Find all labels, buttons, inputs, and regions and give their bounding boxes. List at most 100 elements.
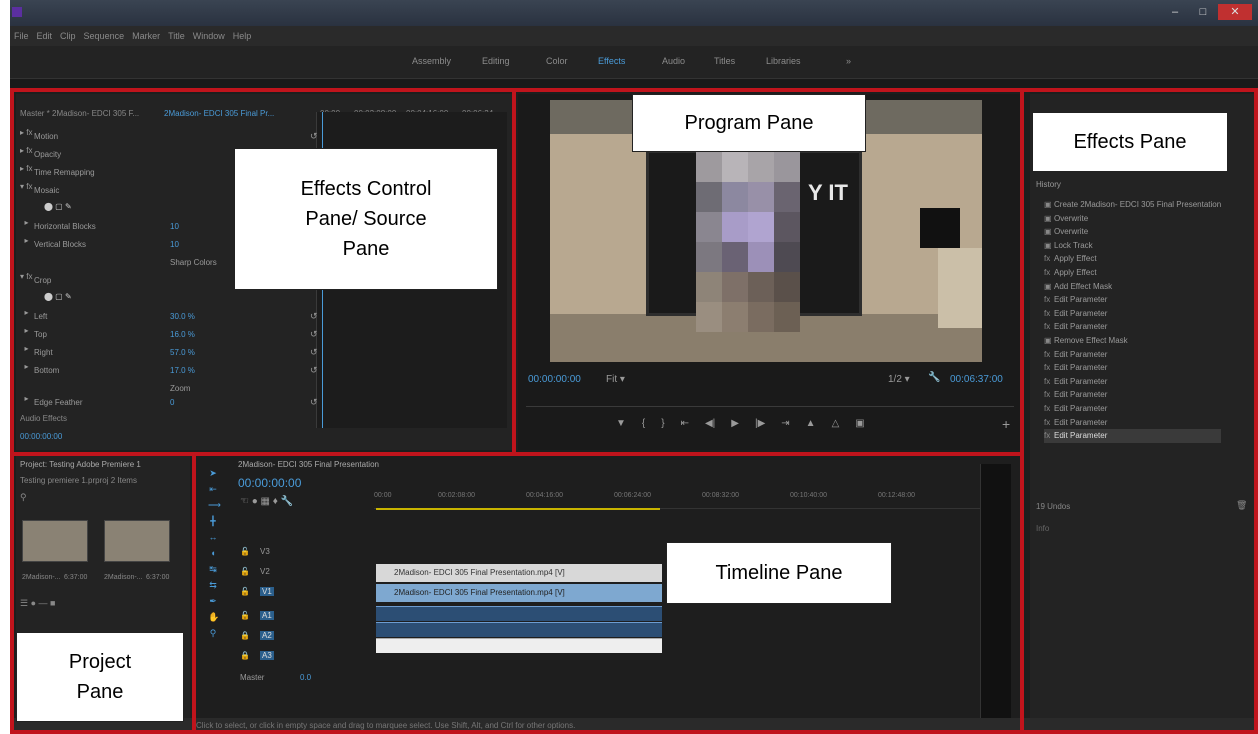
clip-label[interactable]: 2Madison- EDCI 305 Final Pr...: [164, 109, 274, 118]
slide-tool-icon[interactable]: ⇆: [208, 580, 218, 590]
row-value[interactable]: 17.0 %: [170, 366, 195, 375]
timeline-ruler[interactable]: 00:00 00:02:08:00 00:04:16:00 00:06:24:0…: [374, 490, 994, 509]
go-to-in-icon[interactable]: ⇤: [681, 418, 689, 429]
reset-icon[interactable]: ↺: [310, 329, 318, 340]
row-value[interactable]: 16.0 %: [170, 330, 195, 339]
menu-clip[interactable]: Clip: [60, 26, 76, 46]
selection-tool-icon[interactable]: ➤: [208, 468, 218, 478]
rate-stretch-tool-icon[interactable]: ↔: [208, 532, 218, 542]
track-header-v1[interactable]: 🔓 V1: [240, 584, 374, 600]
expand-icon[interactable]: ▸: [20, 394, 28, 403]
history-item[interactable]: fx Edit Parameter: [1044, 388, 1221, 402]
lock-icon[interactable]: 🔓: [240, 587, 250, 596]
wrench-icon[interactable]: 🔧: [928, 372, 940, 383]
search-icon[interactable]: ⚲: [20, 492, 27, 503]
ec-row-edge-feather[interactable]: ▸ Edge Feather 0 ↺: [20, 394, 317, 412]
expand-icon[interactable]: ▸: [20, 308, 28, 317]
workspace-effects[interactable]: Effects: [598, 56, 625, 66]
track-select-tool-icon[interactable]: ⇤: [208, 484, 218, 494]
expand-icon[interactable]: ▸: [20, 236, 28, 245]
history-item[interactable]: ▣ Create 2Madison- EDCI 305 Final Present…: [1044, 198, 1221, 212]
ec-row-right[interactable]: ▸ Right 57.0 % ↺: [20, 344, 317, 362]
audio-clip-a1[interactable]: [376, 606, 662, 621]
workspace-color[interactable]: Color: [546, 56, 568, 66]
reset-icon[interactable]: ↺: [310, 311, 318, 322]
history-tab[interactable]: History: [1036, 180, 1061, 189]
expand-icon[interactable]: ▾ fx: [20, 272, 32, 281]
timeline-clip-v2[interactable]: 2Madison- EDCI 305 Final Presentation.mp…: [376, 564, 662, 582]
info-tab[interactable]: Info: [1036, 524, 1049, 533]
history-item[interactable]: ▣ Overwrite: [1044, 212, 1221, 226]
ec-row-bottom[interactable]: ▸ Bottom 17.0 % ↺: [20, 362, 317, 380]
program-timecode-current[interactable]: 00:00:00:00: [528, 374, 581, 385]
menu-file[interactable]: File: [14, 26, 29, 46]
expand-icon[interactable]: ▸: [20, 362, 28, 371]
menu-window[interactable]: Window: [193, 26, 225, 46]
timeline-timecode[interactable]: 00:00:00:00: [238, 476, 301, 490]
row-value[interactable]: 10: [170, 240, 179, 249]
menu-title[interactable]: Title: [168, 26, 185, 46]
add-marker-icon[interactable]: ▼: [616, 418, 626, 429]
lock-icon[interactable]: 🔓: [240, 611, 250, 620]
mark-out-icon[interactable]: }: [661, 418, 664, 429]
sharp-colors-checkbox[interactable]: Sharp Colors: [170, 258, 217, 267]
expand-icon[interactable]: ▸: [20, 326, 28, 335]
sequence-tab[interactable]: 2Madison- EDCI 305 Final Presentation: [238, 460, 379, 469]
menu-help[interactable]: Help: [233, 26, 252, 46]
project-footer-icons[interactable]: ☰ ● — ■: [20, 598, 55, 609]
ripple-edit-tool-icon[interactable]: ⟶: [208, 500, 221, 510]
history-item[interactable]: fx Apply Effect: [1044, 252, 1221, 266]
play-icon[interactable]: ▶: [731, 418, 739, 429]
rolling-edit-tool-icon[interactable]: ╋: [208, 516, 218, 526]
history-item[interactable]: ▣ Overwrite: [1044, 225, 1221, 239]
workspace-assembly[interactable]: Assembly: [412, 56, 451, 66]
ec-row-top[interactable]: ▸ Top 16.0 % ↺: [20, 326, 317, 344]
history-item[interactable]: fx Edit Parameter: [1044, 361, 1221, 375]
mask-tools-icon[interactable]: ⬤ ▢ ✎: [44, 202, 72, 211]
extract-icon[interactable]: △: [832, 418, 840, 429]
row-value[interactable]: 0: [170, 398, 174, 407]
timeline-clip-v1[interactable]: 2Madison- EDCI 305 Final Presentation.mp…: [376, 584, 662, 602]
go-to-out-icon[interactable]: ⇥: [781, 418, 789, 429]
workspace-titles[interactable]: Titles: [714, 56, 735, 66]
menu-marker[interactable]: Marker: [132, 26, 160, 46]
menu-sequence[interactable]: Sequence: [84, 26, 125, 46]
project-title[interactable]: Project: Testing Adobe Premiere 1: [20, 460, 141, 469]
expand-icon[interactable]: ▸ fx: [20, 146, 32, 155]
history-item[interactable]: fx Edit Parameter: [1044, 307, 1221, 321]
lock-icon[interactable]: 🔒: [240, 631, 250, 640]
maximize-icon[interactable]: □: [1190, 4, 1216, 20]
history-item[interactable]: fx Edit Parameter: [1044, 348, 1221, 362]
expand-icon[interactable]: ▸: [20, 218, 28, 227]
lock-icon[interactable]: 🔒: [240, 651, 250, 660]
ec-row-crop[interactable]: ▾ fx Crop: [20, 272, 51, 290]
ec-row-opacity[interactable]: ▸ fxOpacity↺: [20, 146, 318, 164]
audio-clip-a3[interactable]: [376, 638, 662, 653]
expand-icon[interactable]: ▸ fx: [20, 164, 32, 173]
slip-tool-icon[interactable]: ↹: [208, 564, 218, 574]
history-item[interactable]: fx Edit Parameter: [1044, 293, 1221, 307]
ec-row-left[interactable]: ▸ Left 30.0 % ↺: [20, 308, 317, 326]
hand-tool-icon[interactable]: ✋: [208, 612, 219, 622]
track-header-master[interactable]: Master 0.0: [240, 670, 374, 686]
audio-clip-a2[interactable]: [376, 622, 662, 637]
history-item[interactable]: fx Edit Parameter: [1044, 402, 1221, 416]
zoom-checkbox[interactable]: Zoom: [170, 384, 190, 393]
row-value[interactable]: 10: [170, 222, 179, 231]
resolution-dropdown[interactable]: 1/2 ▾: [888, 374, 910, 385]
lift-icon[interactable]: ▲: [806, 418, 816, 429]
pen-tool-icon[interactable]: ✒: [208, 596, 218, 606]
close-icon[interactable]: ✕: [1218, 4, 1252, 20]
expand-icon[interactable]: ▸: [20, 344, 28, 353]
history-item[interactable]: ▣ Lock Track: [1044, 239, 1221, 253]
lock-icon[interactable]: 🔓: [240, 547, 250, 556]
lock-icon[interactable]: 🔓: [240, 567, 250, 576]
track-header-a1[interactable]: 🔓 A1: [240, 608, 374, 624]
minimize-icon[interactable]: –: [1162, 4, 1188, 20]
menu-edit[interactable]: Edit: [37, 26, 53, 46]
reset-icon[interactable]: ↺: [310, 365, 318, 376]
export-frame-icon[interactable]: ▣: [855, 418, 864, 429]
timeline-tool-icons[interactable]: ☜ ● ▦ ♦ 🔧: [240, 496, 293, 507]
ec-row-motion[interactable]: ▸ fx Motion ↺: [20, 128, 318, 146]
row-value[interactable]: 57.0 %: [170, 348, 195, 357]
